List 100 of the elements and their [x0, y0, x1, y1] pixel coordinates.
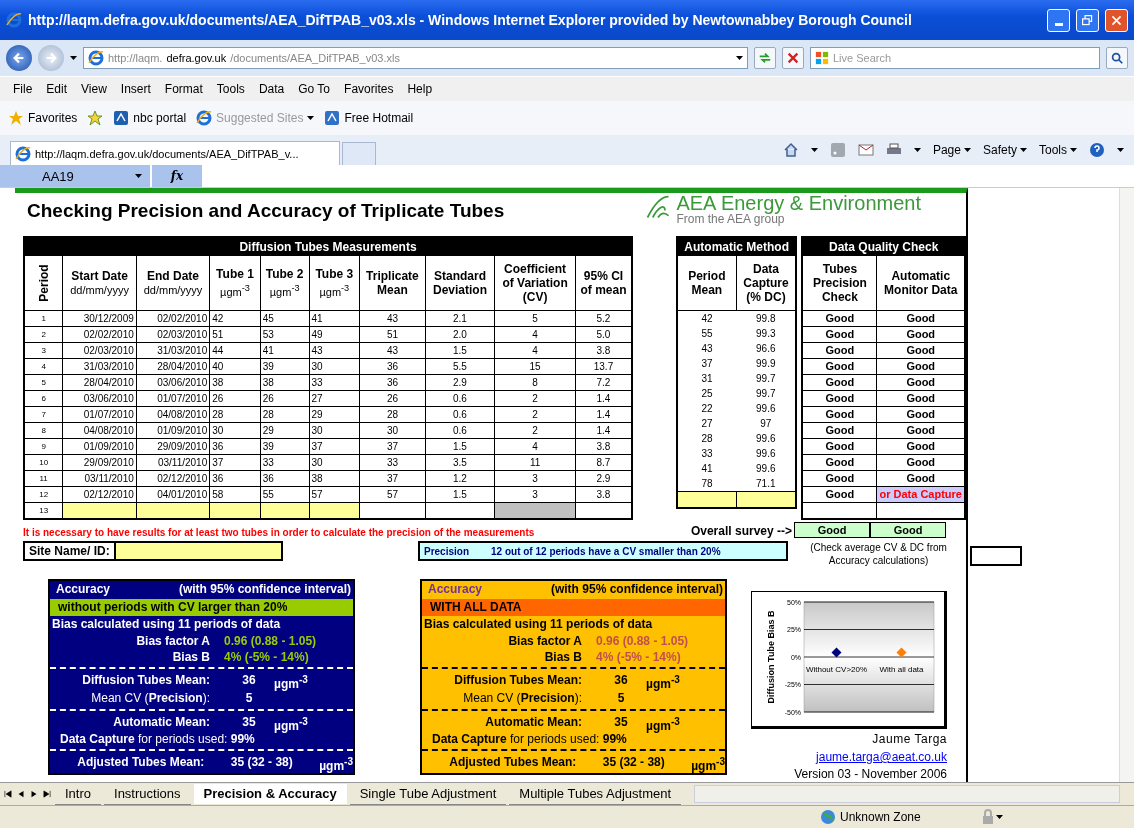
field-label: Bias B: [171, 649, 211, 665]
table-heading: Automatic Method: [677, 237, 797, 256]
table-cell: 37: [309, 438, 360, 455]
table-cell: 36: [209, 438, 261, 455]
column-header: Data Capture (% DC): [736, 255, 797, 311]
menu-item[interactable]: Edit: [39, 82, 75, 96]
unit-label: µgm$^{-3}$: [646, 673, 680, 689]
table-cell: 9: [24, 438, 63, 455]
table-heading: Data Quality Check: [802, 237, 965, 256]
axis-title: Diffusion Tube Bias B: [766, 610, 776, 704]
table-cell: 41: [260, 342, 310, 359]
menu-item[interactable]: View: [74, 82, 114, 96]
table-cell: 6: [24, 390, 63, 407]
back-button[interactable]: [6, 45, 32, 71]
favorite-link[interactable]: nbc portal: [113, 110, 187, 126]
field-label: Diffusion Tubes Mean:: [81, 672, 211, 689]
browser-tab[interactable]: http://laqm.defra.gov.uk/documents/AEA_DifTPAB_v...: [10, 141, 340, 165]
input-cell[interactable]: [677, 491, 737, 508]
command-button[interactable]: Page: [932, 143, 971, 157]
table-cell: 43: [359, 342, 426, 359]
panel-band: WITH ALL DATA: [422, 599, 725, 616]
table-cell: 26: [260, 390, 310, 407]
function-label[interactable]: fx: [152, 165, 202, 187]
vertical-scrollbar[interactable]: [1119, 188, 1134, 782]
column-header: Tube 1 µgm$^{-3}$: [209, 255, 261, 311]
table-cell: 43: [359, 310, 426, 327]
stop-button[interactable]: [782, 47, 804, 69]
menu-item[interactable]: Tools: [209, 82, 252, 96]
table-cell: 5.5: [425, 358, 495, 375]
table-cell: 28/04/2010: [62, 374, 137, 391]
feed-icon: [829, 142, 846, 158]
add-favorite-icon: [87, 110, 104, 126]
version-text: Version 03 - November 2006: [794, 767, 947, 782]
table-cell: 57: [309, 486, 360, 503]
maximize-button[interactable]: [1076, 8, 1099, 32]
close-button[interactable]: [1105, 8, 1128, 32]
table-cell: 99.7: [736, 371, 797, 386]
author-name: Jaume Targa: [872, 732, 947, 747]
table-cell: 04/01/2010: [136, 486, 210, 503]
field-label: Automatic Mean:: [484, 714, 583, 731]
window-flag-icon: [815, 51, 829, 65]
unit-label: µgm$^{-3}$: [646, 715, 680, 731]
name-box[interactable]: AA19: [0, 165, 150, 187]
menu-item[interactable]: Format: [157, 82, 210, 96]
menu-item[interactable]: Go To: [291, 82, 338, 96]
menu-item[interactable]: File: [6, 82, 40, 96]
favorites-button[interactable]: Favorites: [8, 110, 78, 126]
table-cell: 39: [260, 358, 310, 375]
column-header: Triplicate Mean: [359, 255, 426, 311]
minimize-button[interactable]: [1047, 8, 1070, 32]
table-cell: 41: [309, 310, 360, 327]
menu-item[interactable]: Favorites: [337, 82, 401, 96]
table-cell: 0.6: [425, 406, 495, 423]
table-cell: 4: [494, 342, 576, 359]
field-value: 35: [241, 714, 257, 731]
table-cell: 37: [209, 454, 261, 471]
menu-item[interactable]: Insert: [113, 82, 158, 96]
next-sheet-icon: [29, 789, 39, 799]
favorite-link[interactable]: Free Hotmail: [324, 110, 414, 126]
table-cell: 51: [209, 326, 261, 343]
column-header: Tubes Precision Check: [802, 255, 877, 311]
table-cell: 10: [24, 454, 63, 471]
command-button[interactable]: Safety: [982, 143, 1027, 157]
input-cell[interactable]: [736, 491, 797, 508]
table-cell: Good: [802, 310, 877, 327]
table-cell: 2.9: [425, 374, 495, 391]
refresh-button[interactable]: [754, 47, 776, 69]
precision-text: 12 out of 12 periods have a CV smaller than 20%: [491, 545, 721, 557]
table-cell: 01/07/2010: [62, 406, 137, 423]
table-cell: 38: [209, 374, 261, 391]
table-cell: 02/03/2010: [136, 326, 210, 343]
table-cell: Good: [802, 486, 877, 503]
previous-sheet-icon: [16, 789, 26, 799]
logo-tagline: From the AEA group: [676, 213, 786, 225]
selected-cell[interactable]: [970, 546, 1022, 566]
close-icon: [1110, 13, 1123, 27]
table-cell: 36: [359, 358, 426, 375]
sheet-tab[interactable]: Precision & Accuracy: [193, 784, 347, 804]
table-cell: 37: [359, 438, 426, 455]
warning-text: It is necessary to have results for at least two tubes in order to calculate the precision of the measurements: [23, 527, 536, 538]
field-value: 5: [244, 690, 254, 707]
column-header: Start Date dd/mm/yyyy: [62, 255, 137, 311]
email-link[interactable]: jaume.targa@aeat.co.uk: [816, 750, 947, 765]
horizontal-scrollbar[interactable]: [694, 785, 1120, 803]
table-cell: Good: [802, 470, 877, 487]
address-field[interactable]: http://laqm. defra.gov.uk /documents/AEA_DifTPAB_v03.xls: [83, 47, 748, 69]
menu-item[interactable]: Data: [251, 82, 292, 96]
column-header: Period Mean: [677, 255, 737, 311]
search-button[interactable]: [1106, 47, 1128, 69]
table-cell: 7: [24, 406, 63, 423]
table-cell: 02/03/2010: [62, 342, 137, 359]
command-button[interactable]: Tools: [1039, 143, 1077, 157]
menu-item[interactable]: Help: [400, 82, 440, 96]
sheet-title: Checking Precision and Accuracy of Triplicate Tubes: [27, 200, 505, 222]
table-cell: 1: [24, 310, 63, 327]
precision-label: Precision: [424, 545, 470, 557]
caret-icon: [135, 174, 142, 178]
arrow-right-icon: [44, 51, 58, 65]
table-cell: 99.6: [736, 401, 797, 416]
table-cell: 99.7: [736, 386, 797, 401]
